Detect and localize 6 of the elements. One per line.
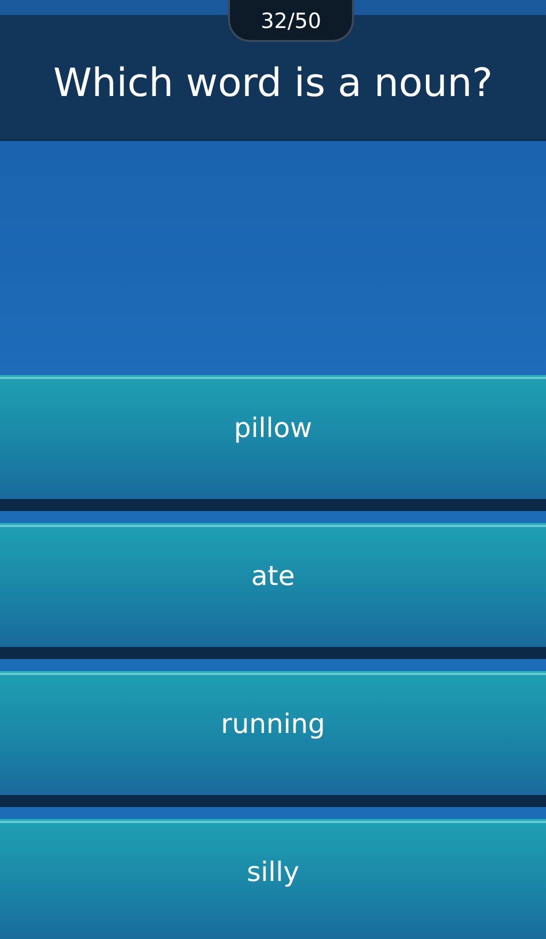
answer-button[interactable]: ate	[0, 523, 546, 659]
question-text: Which word is a noun?	[53, 60, 493, 106]
answer-button[interactable]: running	[0, 671, 546, 807]
answer-button[interactable]: pillow	[0, 375, 546, 511]
answer-button[interactable]: silly	[0, 819, 546, 939]
question-counter: 32/50	[228, 0, 354, 42]
